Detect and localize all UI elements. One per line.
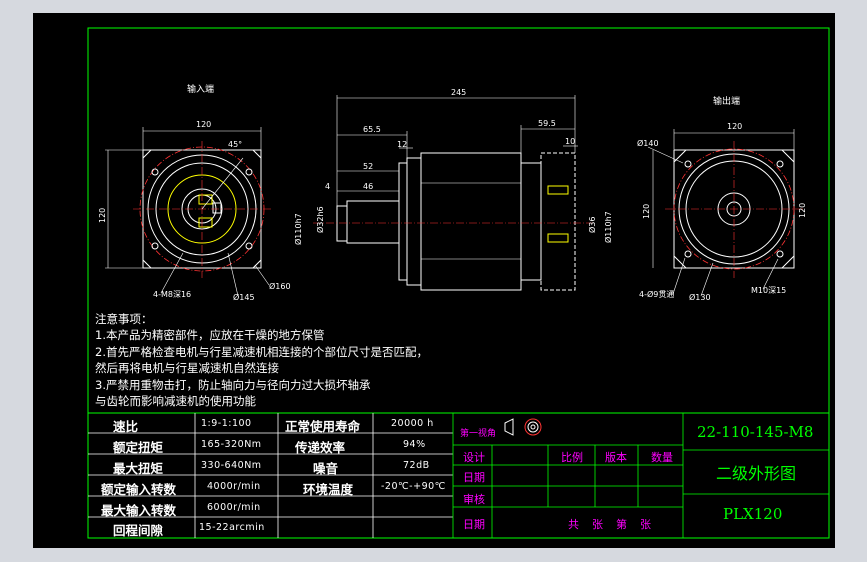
spec-label2-3: 噪音 <box>313 461 339 476</box>
model-number: PLX120 <box>723 505 783 523</box>
qty-label: 数量 <box>651 451 673 464</box>
dim-12: 12 <box>397 140 407 149</box>
notes-block: 注意事项： 1.本产品为精密部件，应放在干燥的地方保管 2.首先严格检查电机与行… <box>95 311 428 409</box>
spec-value-1: 1:9-1:100 <box>201 418 252 429</box>
spec-value-2: 165-320Nm <box>201 439 262 450</box>
note-line-2: 2.首先严格检查电机与行星减速机相连接的个部位尺寸是否匹配， <box>95 344 428 359</box>
date2-label: 日期 <box>463 518 485 531</box>
note-line-3: 然后再将电机与行星减速机自然连接 <box>95 361 279 376</box>
design-label: 设计 <box>463 451 485 464</box>
dim-45: 45° <box>228 140 242 149</box>
dim-32: Ø32h6 <box>315 206 325 233</box>
output-end-view: 120 120 Ø140 120 4-Ø9贯通 Ø130 M10深15 <box>637 122 807 302</box>
dim-4: 4 <box>325 182 330 191</box>
spec-label-3: 最大扭矩 <box>113 461 164 476</box>
dim-160: Ø160 <box>269 281 291 291</box>
sheets-label: 共 张 第 张 <box>568 518 652 531</box>
dim-120-top: 120 <box>196 120 211 129</box>
dim-52: 52 <box>363 162 373 171</box>
dim-120-out-left: 120 <box>642 204 651 219</box>
drawing-canvas: 120 45° 120 4-M8深16 Ø145 Ø160 245 65.5 1… <box>33 13 835 548</box>
spec-label2-2: 传递效率 <box>295 440 346 455</box>
drawing-name: 二级外形图 <box>716 464 797 483</box>
first-angle-label: 第一视角 <box>460 429 497 439</box>
spec-value2-1: 20000 h <box>391 418 434 429</box>
review-label: 审核 <box>463 493 485 506</box>
dim-36: Ø36 <box>587 217 597 233</box>
input-end-label: 输入端 <box>187 85 215 95</box>
dim-46: 46 <box>363 182 373 191</box>
note-line-4: 3.严禁用重物击打，防止轴向力与径向力过大损坏轴承 <box>95 377 371 392</box>
date1-label: 日期 <box>463 471 485 484</box>
dim-120-out-right: 120 <box>798 203 807 218</box>
spec-label2-4: 环境温度 <box>303 482 354 497</box>
spec-value-6: 15-22arcmin <box>199 522 265 533</box>
dim-59: 59.5 <box>538 119 556 128</box>
dim-m8: 4-M8深16 <box>153 290 191 299</box>
dim-110-left: Ø110h7 <box>293 213 303 245</box>
note-line-5: 与齿轮而影响减速机的使用功能 <box>95 394 256 409</box>
spec-value2-4: -20℃-+90℃ <box>381 481 446 492</box>
dim-65: 65.5 <box>363 125 381 134</box>
dim-130: Ø130 <box>689 292 711 302</box>
dim-holes: 4-Ø9贯通 <box>639 289 674 299</box>
dim-145: Ø145 <box>233 292 255 302</box>
projection-symbol-icon <box>504 418 542 436</box>
notes-title: 注意事项： <box>95 312 153 326</box>
dim-110-right: Ø110h7 <box>603 211 613 243</box>
spec-value2-2: 94% <box>403 439 426 450</box>
output-end-label: 输出端 <box>713 97 741 107</box>
side-view: 245 65.5 12 52 46 4 59.5 10 Ø110h7 Ø32h6… <box>293 88 613 291</box>
input-end-view: 120 45° 120 4-M8深16 Ø145 Ø160 <box>98 120 291 302</box>
spec-value2-3: 72dB <box>403 460 430 471</box>
spec-label-6: 回程间隙 <box>113 523 164 538</box>
spec-label-5: 最大输入转数 <box>101 503 177 518</box>
dim-140: Ø140 <box>637 138 659 148</box>
spec-value-4: 4000r/min <box>207 481 261 492</box>
note-line-1: 1.本产品为精密部件，应放在干燥的地方保管 <box>95 328 325 343</box>
dim-245: 245 <box>451 88 466 97</box>
dim-m10: M10深15 <box>751 286 786 295</box>
spec-value-5: 6000r/min <box>207 502 261 513</box>
spec-label-1: 速比 <box>113 419 139 434</box>
scale-label: 比例 <box>561 451 583 464</box>
dim-120-out-top: 120 <box>727 122 742 131</box>
version-label: 版本 <box>605 451 627 464</box>
spec-label-2: 额定扭矩 <box>113 440 164 455</box>
dim-120-left: 120 <box>98 208 107 223</box>
spec-label2-1: 正常使用寿命 <box>285 419 361 434</box>
dim-10: 10 <box>565 137 575 146</box>
drawing-code: 22-110-145-M8 <box>697 423 814 441</box>
spec-label-4: 额定输入转数 <box>101 482 177 497</box>
spec-value-3: 330-640Nm <box>201 460 262 471</box>
